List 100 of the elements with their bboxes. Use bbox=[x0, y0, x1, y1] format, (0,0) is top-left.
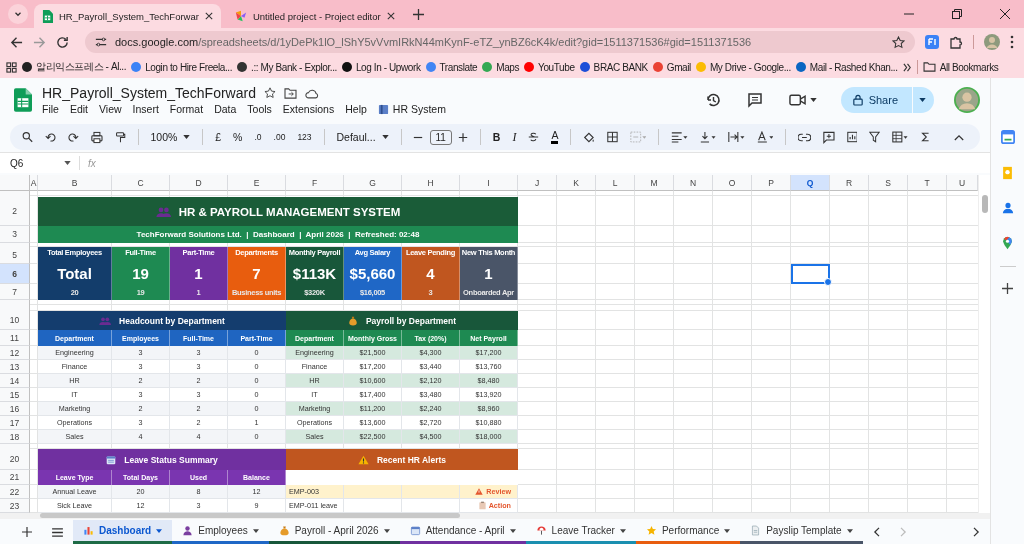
bold-button[interactable]: B bbox=[492, 131, 501, 143]
bookmark[interactable]: Mail - Rashed Khan... bbox=[795, 61, 898, 73]
italic-button[interactable]: I bbox=[512, 129, 517, 145]
percent-button[interactable]: % bbox=[233, 131, 243, 143]
menu-item[interactable]: Insert bbox=[132, 103, 159, 115]
sheet-tab[interactable]: Employees bbox=[172, 520, 269, 544]
reload-icon[interactable] bbox=[56, 35, 69, 49]
back-icon[interactable] bbox=[10, 35, 23, 49]
selected-cell[interactable] bbox=[791, 264, 830, 284]
strikethrough-icon[interactable] bbox=[528, 131, 540, 143]
scroll-left-icon[interactable] bbox=[872, 527, 880, 537]
menu-item[interactable]: File bbox=[42, 103, 59, 115]
address-bar[interactable]: docs.google.com/spreadsheets/d/1yDePk1lO_lShY5vVvmIRkN44mKynF-eTZ_ynBZ6cK4k/edit?gid=1511371536#gid=1511371536 bbox=[85, 31, 915, 53]
bookmark[interactable]: BRAC BANK bbox=[579, 61, 648, 73]
sheet-tab[interactable]: Dashboard bbox=[73, 520, 173, 544]
borders-icon[interactable] bbox=[607, 131, 619, 143]
collapse-icon[interactable] bbox=[953, 133, 964, 141]
addon-menu[interactable]: HR System bbox=[377, 103, 446, 115]
star-icon[interactable] bbox=[263, 87, 276, 99]
bookmark[interactable]: My Drive - Google... bbox=[695, 61, 791, 73]
chart-icon[interactable] bbox=[846, 131, 858, 143]
text-color-button[interactable]: A bbox=[551, 130, 559, 144]
column-header[interactable]: M bbox=[635, 175, 674, 191]
column-header[interactable]: G bbox=[344, 175, 402, 191]
close-icon[interactable] bbox=[204, 12, 213, 20]
font-size-field[interactable]: 11 bbox=[429, 129, 452, 145]
bookmark[interactable]: .:: My Bank - Explor... bbox=[237, 61, 337, 73]
sum-icon[interactable] bbox=[920, 131, 930, 143]
sheet-tab[interactable]: Performance bbox=[635, 520, 741, 544]
site-settings-icon[interactable] bbox=[95, 36, 107, 48]
new-tab-icon[interactable] bbox=[412, 8, 424, 20]
column-header[interactable]: R bbox=[830, 175, 869, 191]
decrease-decimal-button[interactable]: .0 bbox=[254, 132, 262, 142]
fill-color-icon[interactable] bbox=[583, 130, 596, 144]
sheets-logo[interactable] bbox=[14, 88, 32, 112]
more-bookmarks-icon[interactable] bbox=[902, 62, 912, 72]
contacts-app-icon[interactable] bbox=[1001, 202, 1014, 214]
column-header[interactable]: C bbox=[112, 175, 170, 191]
link-icon[interactable] bbox=[797, 132, 811, 142]
history-icon[interactable] bbox=[704, 92, 721, 108]
functions-table-icon[interactable] bbox=[892, 131, 909, 143]
bookmark[interactable]: Login to Hire Freela... bbox=[131, 61, 233, 73]
row-header[interactable]: 6 bbox=[0, 264, 30, 284]
fill-handle[interactable] bbox=[824, 278, 832, 286]
text-rotation-icon[interactable] bbox=[756, 131, 773, 143]
column-header[interactable]: J bbox=[518, 175, 557, 191]
search-icon[interactable] bbox=[22, 131, 33, 143]
sheet-tab[interactable]: Payslip Template bbox=[740, 520, 863, 544]
comment-icon[interactable] bbox=[746, 92, 763, 108]
undo-icon[interactable] bbox=[44, 131, 56, 143]
column-header[interactable]: I bbox=[460, 175, 518, 191]
sheet-tab[interactable]: Payroll - April 2026 bbox=[268, 520, 400, 544]
bookmark[interactable]: Translate bbox=[425, 61, 478, 73]
column-header[interactable]: D bbox=[170, 175, 228, 191]
column-header[interactable]: N bbox=[674, 175, 713, 191]
document-title[interactable]: HR_Payroll_System_TechForward bbox=[42, 85, 256, 101]
close-icon[interactable] bbox=[386, 12, 395, 20]
number-format-button[interactable]: 123 bbox=[297, 132, 312, 142]
sheet-tab[interactable]: Leave Tracker bbox=[525, 520, 636, 544]
column-header[interactable]: H bbox=[402, 175, 460, 191]
close-icon[interactable] bbox=[1000, 9, 1010, 19]
menu-item[interactable]: Tools bbox=[247, 103, 272, 115]
column-header[interactable]: U bbox=[947, 175, 978, 191]
add-comment-icon[interactable] bbox=[822, 130, 835, 144]
menu-item[interactable]: Data bbox=[214, 103, 237, 115]
menu-item[interactable]: View bbox=[99, 103, 122, 115]
puzzle-icon[interactable] bbox=[949, 35, 963, 49]
column-header[interactable]: E bbox=[228, 175, 286, 191]
bookmark[interactable]: 알리익스프레스 - Al... bbox=[22, 60, 127, 74]
column-header[interactable]: S bbox=[869, 175, 908, 191]
bookmark[interactable]: YouTube bbox=[524, 61, 575, 73]
bookmark[interactable]: Log In - Upwork bbox=[341, 61, 421, 73]
scrollbar-thumb[interactable] bbox=[981, 195, 988, 213]
column-header[interactable]: Q bbox=[791, 175, 830, 191]
cloud-icon[interactable] bbox=[304, 87, 319, 99]
star-icon[interactable] bbox=[892, 35, 905, 49]
column-header[interactable]: T bbox=[908, 175, 947, 191]
print-icon[interactable] bbox=[90, 130, 103, 144]
column-header[interactable]: F bbox=[286, 175, 344, 191]
add-icon[interactable] bbox=[1002, 283, 1013, 294]
column-header[interactable]: L bbox=[596, 175, 635, 191]
column-header[interactable]: B bbox=[38, 175, 112, 191]
column-header[interactable]: O bbox=[713, 175, 752, 191]
restore-icon[interactable] bbox=[952, 9, 962, 19]
avatar[interactable] bbox=[954, 87, 980, 113]
currency-button[interactable]: £ bbox=[215, 131, 222, 143]
menu-item[interactable]: Edit bbox=[69, 103, 88, 115]
map-pin-icon[interactable] bbox=[1002, 236, 1013, 250]
menu-item[interactable]: Help bbox=[345, 103, 367, 115]
scrollbar-thumb[interactable] bbox=[40, 513, 460, 518]
increase-decimal-button[interactable]: .00 bbox=[273, 132, 286, 142]
zoom-dropdown[interactable]: 100% bbox=[150, 131, 191, 143]
chevron-right-icon[interactable] bbox=[973, 527, 980, 537]
share-button[interactable]: Share bbox=[840, 87, 934, 113]
bookmark[interactable]: Maps bbox=[482, 61, 520, 73]
sheet-tab[interactable]: Attendance - April bbox=[399, 520, 526, 544]
all-bookmarks-button[interactable]: All Bookmarks bbox=[922, 61, 999, 73]
redo-icon[interactable] bbox=[67, 131, 79, 143]
tab-search-button[interactable] bbox=[8, 4, 28, 24]
filter-icon[interactable] bbox=[869, 131, 881, 143]
